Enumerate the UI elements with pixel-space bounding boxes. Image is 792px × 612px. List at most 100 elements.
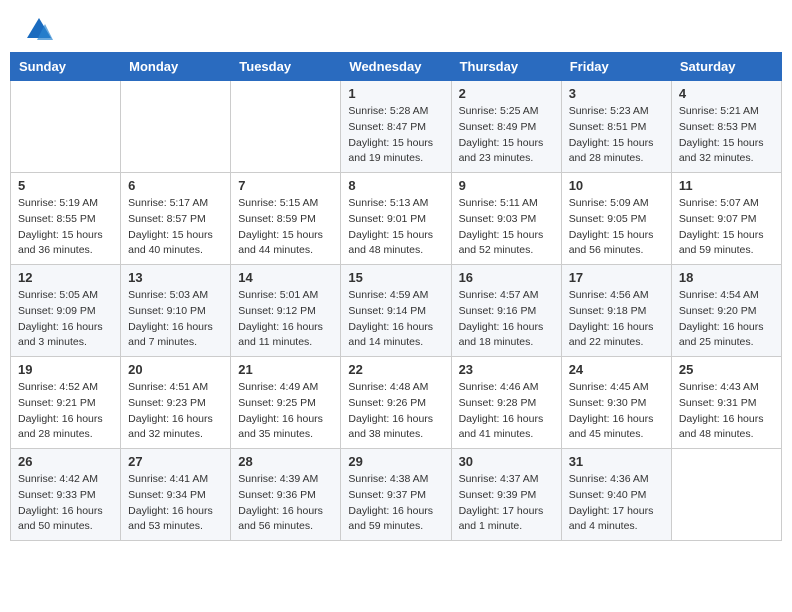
- day-info: Sunrise: 5:15 AMSunset: 8:59 PMDaylight:…: [238, 196, 333, 259]
- day-number: 1: [348, 86, 443, 101]
- weekday-header-row: SundayMondayTuesdayWednesdayThursdayFrid…: [11, 53, 782, 81]
- day-number: 5: [18, 178, 113, 193]
- day-info: Sunrise: 4:46 AMSunset: 9:28 PMDaylight:…: [459, 380, 554, 443]
- day-info: Sunrise: 5:13 AMSunset: 9:01 PMDaylight:…: [348, 196, 443, 259]
- day-number: 12: [18, 270, 113, 285]
- day-number: 4: [679, 86, 774, 101]
- day-info: Sunrise: 4:42 AMSunset: 9:33 PMDaylight:…: [18, 472, 113, 535]
- day-info: Sunrise: 5:03 AMSunset: 9:10 PMDaylight:…: [128, 288, 223, 351]
- calendar-day-cell: [121, 81, 231, 173]
- day-number: 19: [18, 362, 113, 377]
- calendar-day-cell: 11 Sunrise: 5:07 AMSunset: 9:07 PMDayligh…: [671, 173, 781, 265]
- calendar-day-cell: 21Sunrise: 4:49 AMSunset: 9:25 PMDayligh…: [231, 357, 341, 449]
- weekday-header-monday: Monday: [121, 53, 231, 81]
- calendar-day-cell: [11, 81, 121, 173]
- calendar-day-cell: 10 Sunrise: 5:09 AMSunset: 9:05 PMDayligh…: [561, 173, 671, 265]
- day-number: 21: [238, 362, 333, 377]
- day-info: Sunrise: 5:19 AMSunset: 8:55 PMDaylight:…: [18, 196, 113, 259]
- day-number: 6: [128, 178, 223, 193]
- calendar-day-cell: 7Sunrise: 5:15 AMSunset: 8:59 PMDaylight…: [231, 173, 341, 265]
- day-info: Sunrise: 4:43 AMSunset: 9:31 PMDaylight:…: [679, 380, 774, 443]
- day-number: 8: [348, 178, 443, 193]
- day-number: 20: [128, 362, 223, 377]
- day-info: Sunrise: 4:56 AMSunset: 9:18 PMDaylight:…: [569, 288, 664, 351]
- day-info: Sunrise: 5:09 AMSunset: 9:05 PMDaylight:…: [569, 196, 664, 259]
- day-info: Sunrise: 4:51 AMSunset: 9:23 PMDaylight:…: [128, 380, 223, 443]
- calendar-table: SundayMondayTuesdayWednesdayThursdayFrid…: [10, 52, 782, 541]
- day-info: Sunrise: 4:38 AMSunset: 9:37 PMDaylight:…: [348, 472, 443, 535]
- day-info: Sunrise: 4:36 AMSunset: 9:40 PMDaylight:…: [569, 472, 664, 535]
- header: [10, 10, 782, 52]
- calendar-day-cell: 9 Sunrise: 5:11 AMSunset: 9:03 PMDaylight…: [451, 173, 561, 265]
- day-number: 11: [679, 178, 774, 193]
- weekday-header-wednesday: Wednesday: [341, 53, 451, 81]
- day-info: Sunrise: 5:07 AMSunset: 9:07 PMDaylight:…: [679, 196, 774, 259]
- day-info: Sunrise: 5:23 AMSunset: 8:51 PMDaylight:…: [569, 104, 664, 167]
- calendar-day-cell: 22 Sunrise: 4:48 AMSunset: 9:26 PMDayligh…: [341, 357, 451, 449]
- day-info: Sunrise: 5:21 AMSunset: 8:53 PMDaylight:…: [679, 104, 774, 167]
- day-number: 30: [459, 454, 554, 469]
- day-info: Sunrise: 5:25 AMSunset: 8:49 PMDaylight:…: [459, 104, 554, 167]
- calendar-week-row: 1 Sunrise: 5:28 AMSunset: 8:47 PMDaylight…: [11, 81, 782, 173]
- calendar-day-cell: 8 Sunrise: 5:13 AMSunset: 9:01 PMDaylight…: [341, 173, 451, 265]
- calendar-day-cell: 27 Sunrise: 4:41 AMSunset: 9:34 PMDayligh…: [121, 449, 231, 541]
- day-info: Sunrise: 4:59 AMSunset: 9:14 PMDaylight:…: [348, 288, 443, 351]
- day-number: 28: [238, 454, 333, 469]
- calendar-day-cell: 24Sunrise: 4:45 AMSunset: 9:30 PMDayligh…: [561, 357, 671, 449]
- day-number: 10: [569, 178, 664, 193]
- calendar-day-cell: 28 Sunrise: 4:39 AMSunset: 9:36 PMDayligh…: [231, 449, 341, 541]
- day-info: Sunrise: 4:57 AMSunset: 9:16 PMDaylight:…: [459, 288, 554, 351]
- calendar-day-cell: 1 Sunrise: 5:28 AMSunset: 8:47 PMDaylight…: [341, 81, 451, 173]
- day-number: 3: [569, 86, 664, 101]
- day-info: Sunrise: 5:01 AMSunset: 9:12 PMDaylight:…: [238, 288, 333, 351]
- day-number: 29: [348, 454, 443, 469]
- calendar-week-row: 12 Sunrise: 5:05 AMSunset: 9:09 PMDayligh…: [11, 265, 782, 357]
- day-info: Sunrise: 4:39 AMSunset: 9:36 PMDaylight:…: [238, 472, 333, 535]
- calendar-day-cell: 5 Sunrise: 5:19 AMSunset: 8:55 PMDaylight…: [11, 173, 121, 265]
- day-info: Sunrise: 5:05 AMSunset: 9:09 PMDaylight:…: [18, 288, 113, 351]
- weekday-header-friday: Friday: [561, 53, 671, 81]
- day-number: 14: [238, 270, 333, 285]
- calendar-day-cell: 3 Sunrise: 5:23 AMSunset: 8:51 PMDaylight…: [561, 81, 671, 173]
- calendar-day-cell: 23 Sunrise: 4:46 AMSunset: 9:28 PMDayligh…: [451, 357, 561, 449]
- day-number: 16: [459, 270, 554, 285]
- day-info: Sunrise: 4:52 AMSunset: 9:21 PMDaylight:…: [18, 380, 113, 443]
- day-number: 23: [459, 362, 554, 377]
- calendar-day-cell: 17Sunrise: 4:56 AMSunset: 9:18 PMDayligh…: [561, 265, 671, 357]
- day-number: 13: [128, 270, 223, 285]
- day-info: Sunrise: 4:45 AMSunset: 9:30 PMDaylight:…: [569, 380, 664, 443]
- day-number: 31: [569, 454, 664, 469]
- day-info: Sunrise: 5:28 AMSunset: 8:47 PMDaylight:…: [348, 104, 443, 167]
- calendar-day-cell: 18Sunrise: 4:54 AMSunset: 9:20 PMDayligh…: [671, 265, 781, 357]
- day-number: 27: [128, 454, 223, 469]
- weekday-header-sunday: Sunday: [11, 53, 121, 81]
- calendar-day-cell: 20 Sunrise: 4:51 AMSunset: 9:23 PMDayligh…: [121, 357, 231, 449]
- day-info: Sunrise: 4:37 AMSunset: 9:39 PMDaylight:…: [459, 472, 554, 535]
- weekday-header-saturday: Saturday: [671, 53, 781, 81]
- day-number: 2: [459, 86, 554, 101]
- calendar-day-cell: 12 Sunrise: 5:05 AMSunset: 9:09 PMDayligh…: [11, 265, 121, 357]
- calendar-day-cell: 15 Sunrise: 4:59 AMSunset: 9:14 PMDayligh…: [341, 265, 451, 357]
- calendar-week-row: 19 Sunrise: 4:52 AMSunset: 9:21 PMDayligh…: [11, 357, 782, 449]
- calendar-day-cell: 6Sunrise: 5:17 AMSunset: 8:57 PMDaylight…: [121, 173, 231, 265]
- calendar-day-cell: 2 Sunrise: 5:25 AMSunset: 8:49 PMDaylight…: [451, 81, 561, 173]
- day-info: Sunrise: 4:48 AMSunset: 9:26 PMDaylight:…: [348, 380, 443, 443]
- calendar-day-cell: 16 Sunrise: 4:57 AMSunset: 9:16 PMDayligh…: [451, 265, 561, 357]
- calendar-week-row: 5 Sunrise: 5:19 AMSunset: 8:55 PMDaylight…: [11, 173, 782, 265]
- calendar-day-cell: 25Sunrise: 4:43 AMSunset: 9:31 PMDayligh…: [671, 357, 781, 449]
- calendar-day-cell: 14 Sunrise: 5:01 AMSunset: 9:12 PMDayligh…: [231, 265, 341, 357]
- day-info: Sunrise: 5:11 AMSunset: 9:03 PMDaylight:…: [459, 196, 554, 259]
- calendar-day-cell: 29 Sunrise: 4:38 AMSunset: 9:37 PMDayligh…: [341, 449, 451, 541]
- day-number: 22: [348, 362, 443, 377]
- calendar-day-cell: [231, 81, 341, 173]
- day-number: 15: [348, 270, 443, 285]
- calendar-day-cell: 19 Sunrise: 4:52 AMSunset: 9:21 PMDayligh…: [11, 357, 121, 449]
- day-info: Sunrise: 4:41 AMSunset: 9:34 PMDaylight:…: [128, 472, 223, 535]
- day-number: 26: [18, 454, 113, 469]
- calendar-day-cell: 26 Sunrise: 4:42 AMSunset: 9:33 PMDayligh…: [11, 449, 121, 541]
- weekday-header-thursday: Thursday: [451, 53, 561, 81]
- day-number: 9: [459, 178, 554, 193]
- calendar-day-cell: 30 Sunrise: 4:37 AMSunset: 9:39 PMDayligh…: [451, 449, 561, 541]
- calendar-day-cell: 4 Sunrise: 5:21 AMSunset: 8:53 PMDaylight…: [671, 81, 781, 173]
- day-number: 18: [679, 270, 774, 285]
